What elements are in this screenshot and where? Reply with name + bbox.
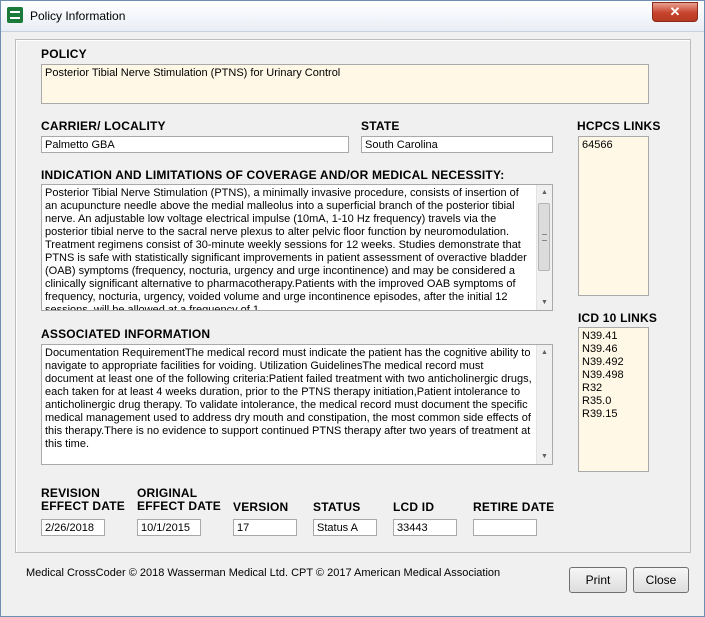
icd10-list[interactable]: N39.41 N39.46 N39.492 N39.498 R32 R35.0 … [578, 327, 649, 472]
hcpcs-item[interactable]: 64566 [582, 139, 645, 152]
status-field[interactable]: Status A [313, 519, 377, 536]
icd10-item[interactable]: N39.492 [582, 356, 645, 369]
hcpcs-list[interactable]: 64566 [578, 136, 649, 296]
associated-label: ASSOCIATED INFORMATION [41, 327, 211, 341]
app-icon [7, 7, 23, 23]
policy-value: Posterior Tibial Nerve Stimulation (PTNS… [45, 67, 341, 79]
window-close-button[interactable]: ✕ [652, 2, 698, 22]
scroll-down-arrow-icon[interactable]: ▼ [537, 295, 552, 310]
carrier-field[interactable]: Palmetto GBA [41, 136, 349, 153]
icd10-item[interactable]: R35.0 [582, 395, 645, 408]
policy-label: POLICY [41, 47, 87, 61]
scroll-down-arrow-icon[interactable]: ▼ [537, 449, 552, 464]
icd10-item[interactable]: N39.46 [582, 343, 645, 356]
window-title: Policy Information [30, 9, 126, 23]
scroll-thumb[interactable] [538, 203, 550, 271]
version-field[interactable]: 17 [233, 519, 297, 536]
title-bar: Policy Information ✕ [1, 1, 704, 32]
icd10-item[interactable]: N39.498 [582, 369, 645, 382]
lcd-id-label: LCD ID [393, 500, 435, 514]
retire-date-field[interactable] [473, 519, 537, 536]
icd10-item[interactable]: R39.15 [582, 408, 645, 421]
indication-scrollbar[interactable]: ▲ ▼ [536, 185, 552, 310]
original-date-label: ORIGINAL EFFECT DATE [137, 486, 221, 513]
retire-date-label: RETIRE DATE [473, 500, 555, 514]
grip-icon [542, 234, 547, 241]
icd10-item[interactable]: R32 [582, 382, 645, 395]
policy-field[interactable]: Posterior Tibial Nerve Stimulation (PTNS… [41, 64, 649, 104]
hcpcs-label: HCPCS LINKS [577, 119, 661, 133]
associated-scrollbar[interactable]: ▲ ▼ [536, 345, 552, 464]
lcd-id-field[interactable]: 33443 [393, 519, 457, 536]
close-button[interactable]: Close [633, 567, 689, 593]
policy-information-window: Policy Information ✕ POLICY Posterior Ti… [0, 0, 705, 617]
indication-textarea[interactable]: Posterior Tibial Nerve Stimulation (PTNS… [41, 184, 553, 311]
carrier-label: CARRIER/ LOCALITY [41, 119, 166, 133]
print-button[interactable]: Print [569, 567, 627, 593]
associated-text: Documentation RequirementThe medical rec… [45, 347, 532, 450]
state-field[interactable]: South Carolina [361, 136, 553, 153]
scroll-up-arrow-icon[interactable]: ▲ [537, 345, 552, 360]
revision-date-label: REVISION EFFECT DATE [41, 486, 125, 513]
copyright-footer: Medical CrossCoder © 2018 Wasserman Medi… [26, 567, 501, 579]
indication-label: INDICATION AND LIMITATIONS OF COVERAGE A… [41, 168, 505, 182]
version-label: VERSION [233, 500, 289, 514]
state-label: STATE [361, 119, 400, 133]
icd10-item[interactable]: N39.41 [582, 330, 645, 343]
original-date-field[interactable]: 10/1/2015 [137, 519, 201, 536]
scroll-up-arrow-icon[interactable]: ▲ [537, 185, 552, 200]
icd10-label: ICD 10 LINKS [578, 311, 658, 325]
revision-date-field[interactable]: 2/26/2018 [41, 519, 105, 536]
indication-text: Posterior Tibial Nerve Stimulation (PTNS… [45, 187, 527, 311]
status-label: STATUS [313, 500, 361, 514]
associated-textarea[interactable]: Documentation RequirementThe medical rec… [41, 344, 553, 465]
